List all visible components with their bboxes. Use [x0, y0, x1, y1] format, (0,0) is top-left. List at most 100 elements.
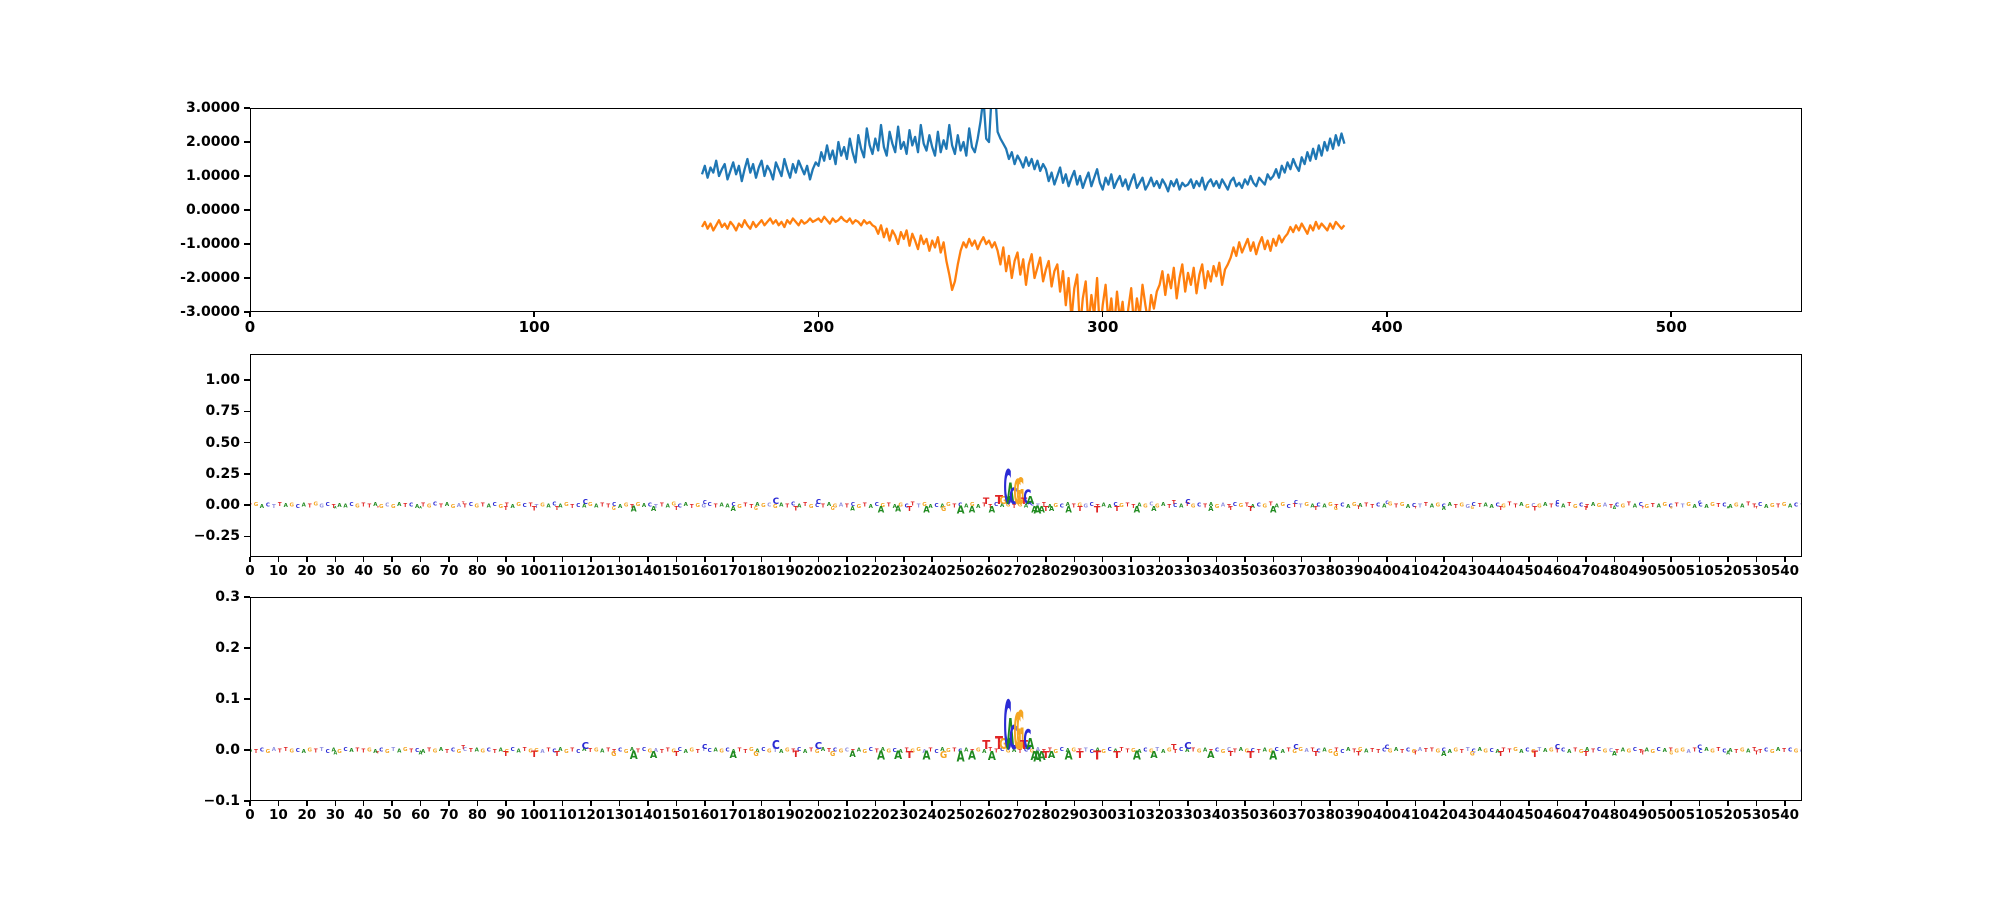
x-tick-mark	[1699, 557, 1701, 562]
x-tick-mark	[1301, 557, 1303, 562]
x-tick-mark	[1670, 557, 1672, 562]
x-tick-mark	[533, 801, 535, 806]
x-tick-label: 40	[354, 565, 373, 579]
y-tick-label: −0.25	[194, 529, 240, 543]
x-tick-mark	[960, 801, 962, 806]
x-tick-label: 280	[1032, 565, 1060, 579]
x-tick-mark	[647, 801, 649, 806]
x-tick-mark	[1557, 557, 1559, 562]
x-tick-label: 300	[1089, 565, 1117, 579]
x-tick-label: 460	[1543, 809, 1571, 823]
x-tick-mark	[1102, 312, 1104, 317]
x-tick-mark	[789, 801, 791, 806]
x-tick-mark	[249, 312, 251, 317]
x-tick-mark	[448, 557, 450, 562]
x-tick-label: 310	[1117, 809, 1145, 823]
x-tick-mark	[1159, 557, 1161, 562]
x-tick-mark	[335, 801, 337, 806]
x-tick-mark	[278, 801, 280, 806]
x-tick-label: 190	[776, 565, 804, 579]
x-tick-mark	[306, 801, 308, 806]
x-tick-mark	[590, 557, 592, 562]
x-tick-mark	[761, 801, 763, 806]
x-tick-mark	[448, 801, 450, 806]
x-tick-mark	[1756, 557, 1758, 562]
x-tick-mark	[1670, 312, 1672, 317]
x-tick-label: 120	[577, 809, 605, 823]
x-tick-mark	[1784, 557, 1786, 562]
x-tick-label: 510	[1686, 809, 1714, 823]
x-tick-mark	[676, 801, 678, 806]
x-tick-mark	[1386, 312, 1388, 317]
x-tick-label: 40	[354, 809, 373, 823]
x-tick-label: 400	[1371, 320, 1402, 335]
x-tick-mark	[1358, 557, 1360, 562]
x-tick-mark	[477, 557, 479, 562]
x-tick-label: 250	[947, 809, 975, 823]
y-tick-label: 1.00	[205, 373, 240, 387]
y-tick-label: −0.1	[203, 794, 240, 808]
x-tick-label: 50	[383, 565, 402, 579]
x-tick-mark	[988, 801, 990, 806]
x-tick-mark	[875, 801, 877, 806]
x-tick-mark	[903, 557, 905, 562]
x-tick-mark	[1528, 557, 1530, 562]
x-tick-label: 20	[297, 565, 316, 579]
x-tick-label: 390	[1344, 565, 1372, 579]
x-tick-mark	[1784, 801, 1786, 806]
x-tick-mark	[1017, 557, 1019, 562]
x-tick-label: 510	[1686, 565, 1714, 579]
x-tick-label: 90	[496, 565, 515, 579]
x-tick-label: 70	[440, 565, 459, 579]
x-tick-label: 180	[748, 565, 776, 579]
y-tick-mark	[244, 209, 250, 211]
x-tick-label: 240	[918, 565, 946, 579]
x-tick-label: 490	[1629, 565, 1657, 579]
x-tick-mark	[1187, 557, 1189, 562]
x-tick-label: 130	[605, 565, 633, 579]
x-tick-mark	[391, 801, 393, 806]
x-tick-label: 420	[1430, 565, 1458, 579]
x-tick-label: 380	[1316, 565, 1344, 579]
x-tick-label: 10	[269, 565, 288, 579]
y-tick-mark	[244, 473, 250, 475]
x-tick-mark	[1642, 557, 1644, 562]
x-tick-mark	[363, 557, 365, 562]
x-tick-label: 170	[719, 565, 747, 579]
x-tick-mark	[249, 557, 251, 562]
y-tick-label: 0.0	[215, 743, 240, 757]
x-tick-label: 450	[1515, 565, 1543, 579]
x-tick-mark	[1528, 801, 1530, 806]
x-tick-label: 330	[1174, 565, 1202, 579]
x-tick-mark	[505, 557, 507, 562]
x-tick-label: 340	[1202, 809, 1230, 823]
x-tick-mark	[818, 312, 820, 317]
x-tick-mark	[1756, 801, 1758, 806]
x-tick-mark	[647, 557, 649, 562]
x-tick-label: 400	[1373, 565, 1401, 579]
x-tick-mark	[1642, 801, 1644, 806]
x-tick-mark	[1244, 801, 1246, 806]
y-tick-label: -1.0000	[180, 237, 240, 251]
x-tick-mark	[477, 801, 479, 806]
x-tick-label: 350	[1231, 565, 1259, 579]
x-tick-label: 440	[1487, 809, 1515, 823]
x-tick-mark	[1472, 557, 1474, 562]
y-tick-mark	[244, 800, 250, 802]
x-tick-mark	[1187, 801, 1189, 806]
y-tick-label: 0.75	[205, 404, 240, 418]
x-tick-label: 200	[803, 320, 834, 335]
x-tick-label: 90	[496, 809, 515, 823]
x-tick-mark	[335, 557, 337, 562]
y-tick-mark	[244, 698, 250, 700]
y-tick-label: 3.0000	[186, 101, 240, 115]
x-tick-label: 470	[1572, 809, 1600, 823]
x-tick-label: 520	[1714, 809, 1742, 823]
x-tick-label: 480	[1600, 565, 1628, 579]
x-tick-mark	[676, 557, 678, 562]
x-tick-mark	[533, 557, 535, 562]
x-tick-label: 530	[1742, 565, 1770, 579]
x-tick-label: 270	[1003, 809, 1031, 823]
x-tick-mark	[988, 557, 990, 562]
x-tick-label: 270	[1003, 565, 1031, 579]
